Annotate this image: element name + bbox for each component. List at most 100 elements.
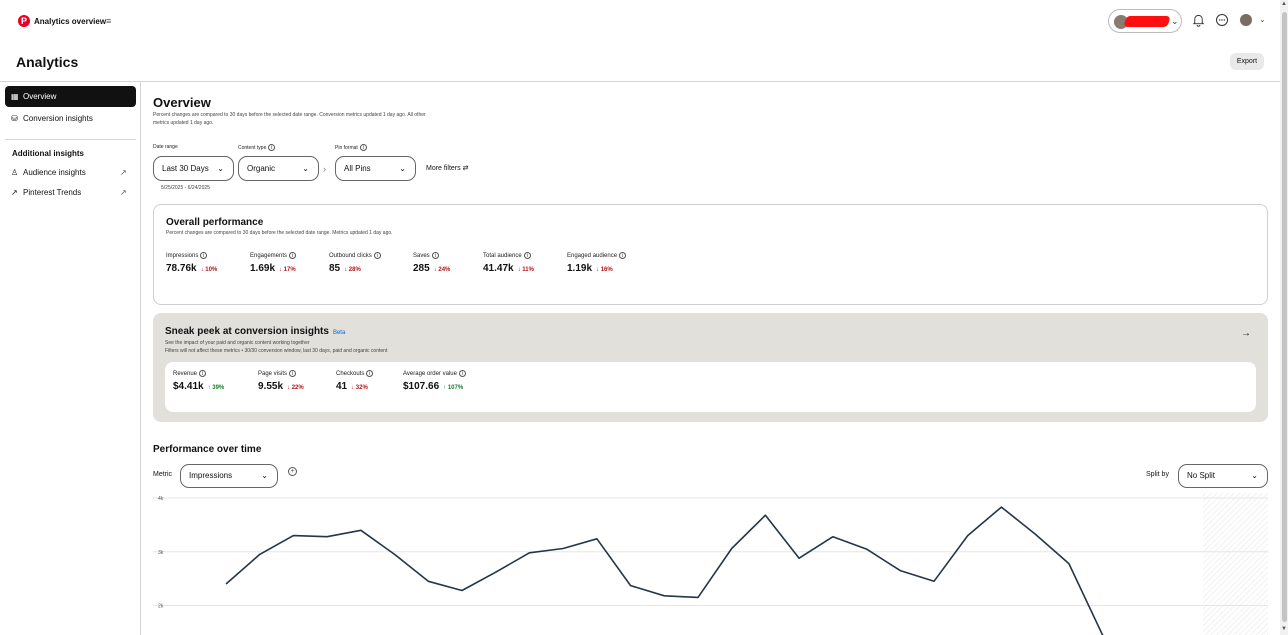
sidebar-item-label: Audience insights bbox=[23, 168, 86, 177]
data-point[interactable] bbox=[424, 577, 432, 585]
info-icon[interactable]: i bbox=[619, 252, 627, 259]
data-point[interactable] bbox=[694, 593, 702, 601]
split-by-value: No Split bbox=[1187, 471, 1216, 480]
conversion-insights-title: Sneak peek at conversion insights Beta bbox=[165, 326, 346, 337]
content-type-value: Organic bbox=[247, 164, 276, 173]
sidebar-item-overview[interactable]: ▦ Overview bbox=[5, 86, 136, 107]
info-icon[interactable]: i bbox=[523, 252, 531, 259]
metric-page-visits[interactable]: Page visits i 9.55k ↓ 22% bbox=[258, 370, 304, 392]
data-point[interactable] bbox=[795, 554, 803, 562]
data-point[interactable] bbox=[593, 535, 601, 543]
sidebar-item-pinterest-trends[interactable]: ↗ Pinterest Trends bbox=[5, 182, 136, 203]
metric-average-order-value[interactable]: Average order value i $107.66 ↑ 107% bbox=[403, 370, 466, 392]
top-bar: P Analytics overview ≡ ⌄ ⌄ bbox=[0, 0, 1280, 42]
data-point[interactable] bbox=[222, 580, 230, 588]
metric-total-audience[interactable]: Total audience i 41.47k ↓ 11% bbox=[483, 252, 534, 274]
data-point[interactable] bbox=[289, 532, 297, 540]
metric-delta: ↓ 32% bbox=[351, 385, 368, 392]
menu-icon[interactable]: ≡ bbox=[106, 16, 111, 26]
metric-impressions[interactable]: Impressions i 78.76k ↓ 10% bbox=[166, 252, 217, 274]
conversion-metrics-panel bbox=[165, 362, 1256, 412]
app-title[interactable]: Analytics overview bbox=[34, 17, 106, 26]
data-point[interactable] bbox=[391, 550, 399, 558]
metric-outbound-clicks[interactable]: Outbound clicks i 85 ↓ 28% bbox=[329, 252, 381, 274]
chevron-down-icon: ⌄ bbox=[302, 164, 309, 173]
grid-icon: ▦ bbox=[11, 92, 19, 101]
overview-title: Overview bbox=[153, 95, 211, 110]
scroll-down-icon[interactable]: ▼ bbox=[1281, 626, 1287, 632]
metric-checkouts[interactable]: Checkouts i 41 ↓ 32% bbox=[336, 370, 374, 393]
info-icon[interactable]: i bbox=[359, 144, 367, 151]
data-point[interactable] bbox=[728, 545, 736, 553]
chevron-down-icon[interactable]: ⌄ bbox=[1259, 15, 1266, 24]
data-point[interactable] bbox=[964, 532, 972, 540]
content-type-select[interactable]: Organic ⌄ bbox=[238, 156, 319, 181]
data-point[interactable] bbox=[896, 567, 904, 575]
metric-engagements[interactable]: Engagements i 1.69k ↓ 17% bbox=[250, 252, 297, 274]
overall-performance-card bbox=[153, 204, 1268, 305]
info-icon[interactable]: i bbox=[199, 370, 207, 377]
bell-icon[interactable] bbox=[1192, 13, 1205, 27]
overall-performance-subtitle: Percent changes are compared to 30 days … bbox=[166, 230, 393, 236]
metric-select-value: Impressions bbox=[189, 471, 233, 480]
info-icon[interactable]: i bbox=[268, 144, 276, 151]
chat-icon[interactable] bbox=[1215, 13, 1229, 27]
data-point[interactable] bbox=[761, 511, 769, 519]
pin-format-select[interactable]: All Pins ⌄ bbox=[335, 156, 416, 181]
info-icon[interactable]: i bbox=[458, 370, 466, 377]
metric-delta: ↓ 10% bbox=[200, 267, 218, 274]
data-point[interactable] bbox=[256, 550, 264, 558]
export-button[interactable]: Export bbox=[1230, 53, 1264, 70]
metric-saves[interactable]: Saves i 285 ↓ 24% bbox=[413, 252, 450, 274]
more-filters-button[interactable]: More filters ⇄ bbox=[426, 164, 468, 172]
pin-format-value: All Pins bbox=[344, 164, 371, 173]
y-tick-label: 4k bbox=[158, 496, 164, 502]
pinterest-logo-icon[interactable]: P bbox=[18, 15, 30, 27]
data-point[interactable] bbox=[1099, 631, 1107, 635]
metric-value: 85 bbox=[329, 263, 341, 275]
data-point[interactable] bbox=[559, 545, 567, 553]
beta-badge: Beta bbox=[332, 330, 346, 336]
data-point[interactable] bbox=[525, 549, 533, 557]
add-metric-icon[interactable]: + bbox=[288, 467, 297, 476]
metric-value: 41 bbox=[336, 381, 348, 393]
date-range-select[interactable]: Last 30 Days ⌄ bbox=[153, 156, 234, 181]
sidebar-item-label: Overview bbox=[23, 92, 57, 101]
data-point[interactable] bbox=[1031, 530, 1039, 538]
data-point[interactable] bbox=[357, 526, 365, 534]
sidebar-item-conversion-insights[interactable]: ⛁ Conversion insights bbox=[5, 108, 136, 129]
data-point[interactable] bbox=[863, 545, 871, 553]
info-icon[interactable]: i bbox=[200, 252, 208, 259]
data-point[interactable] bbox=[829, 533, 837, 541]
metric-select[interactable]: Impressions ⌄ bbox=[180, 464, 278, 488]
data-point[interactable] bbox=[660, 592, 668, 600]
impressions-line-chart[interactable]: 4k3k2k1k bbox=[153, 493, 1268, 635]
scrollbar-thumb[interactable] bbox=[1282, 12, 1287, 622]
metric-delta: ↑ 107% bbox=[443, 385, 464, 392]
metric-delta: ↓ 24% bbox=[433, 267, 451, 274]
data-point[interactable] bbox=[1065, 560, 1073, 568]
arrow-right-icon[interactable]: → bbox=[1241, 328, 1251, 339]
data-point[interactable] bbox=[627, 582, 635, 590]
info-icon[interactable]: i bbox=[289, 370, 297, 377]
data-point[interactable] bbox=[930, 577, 938, 585]
sidebar-divider bbox=[5, 139, 136, 140]
data-point[interactable] bbox=[997, 503, 1005, 511]
info-icon[interactable]: i bbox=[431, 252, 439, 259]
chevron-right-icon: › bbox=[323, 164, 326, 174]
scroll-up-icon[interactable]: ▲ bbox=[1281, 1, 1287, 7]
avatar[interactable] bbox=[1240, 14, 1252, 26]
info-icon[interactable]: i bbox=[373, 252, 381, 259]
metric-engaged-audience[interactable]: Engaged audience i 1.19k ↓ 16% bbox=[567, 252, 627, 274]
metric-value: 9.55k bbox=[258, 381, 284, 393]
info-icon[interactable]: i bbox=[366, 370, 374, 377]
account-switcher[interactable]: ⌄ bbox=[1108, 9, 1182, 33]
sidebar-item-audience-insights[interactable]: ♙ Audience insights bbox=[5, 162, 136, 183]
person-icon: ♙ bbox=[11, 168, 19, 177]
info-icon[interactable]: i bbox=[289, 252, 297, 259]
data-point[interactable] bbox=[458, 586, 466, 594]
data-point[interactable] bbox=[492, 568, 500, 576]
split-by-select[interactable]: No Split ⌄ bbox=[1178, 464, 1268, 488]
data-point[interactable] bbox=[323, 533, 331, 541]
metric-revenue[interactable]: Revenue i $4.41k ↑ 39% bbox=[173, 370, 224, 392]
